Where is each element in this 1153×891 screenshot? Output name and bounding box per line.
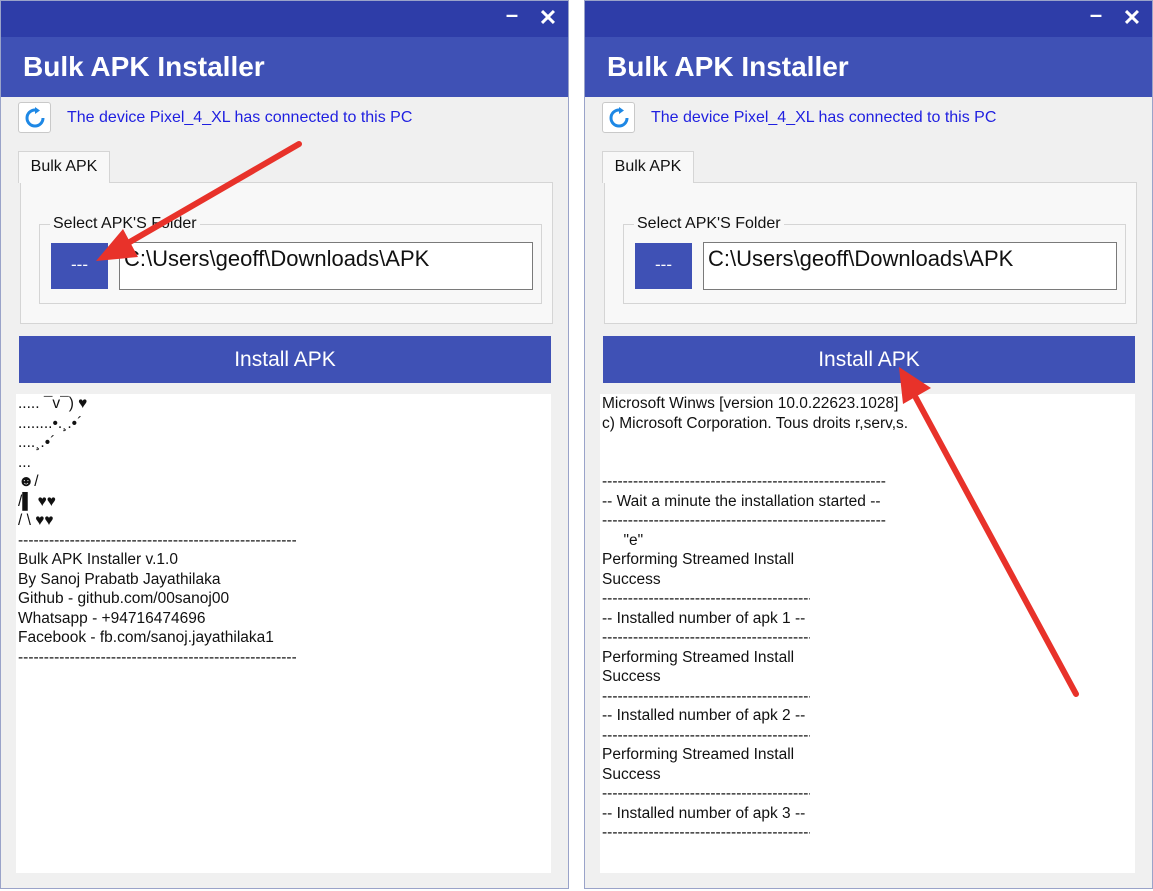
console-divider: ----------------------------------------… bbox=[602, 785, 810, 802]
console-divider: ----------------------------------------… bbox=[18, 531, 296, 549]
console-line: "e" bbox=[602, 531, 644, 549]
group-label: Select APK'S Folder bbox=[634, 215, 784, 233]
tab-panel: Select APK'S Folder --- C:\Users\geoff\D… bbox=[604, 182, 1137, 324]
console-divider: ----------------------------------------… bbox=[602, 512, 886, 529]
console-line: Success bbox=[602, 668, 661, 685]
folder-group: Select APK'S Folder --- C:\Users\geoff\D… bbox=[623, 215, 1126, 304]
tab-panel: Select APK'S Folder --- C:\Users\geoff\D… bbox=[20, 182, 553, 324]
tab-bulk-apk[interactable]: Bulk APK bbox=[18, 151, 110, 183]
console-line: ........•.¸.•´ bbox=[18, 414, 83, 432]
console-line: Facebook - fb.com/sanoj.jayathilaka1 bbox=[18, 629, 274, 646]
close-icon[interactable]: ✕ bbox=[1120, 6, 1144, 30]
console-divider: ----------------------------------------… bbox=[602, 629, 810, 646]
console-divider: ----------------------------------------… bbox=[602, 473, 886, 490]
device-status: The device Pixel_4_XL has connected to t… bbox=[67, 109, 413, 126]
console-line: Microsoft Winws [version 10.0.22623.1028… bbox=[602, 395, 899, 412]
console-line: Performing Streamed Install bbox=[602, 551, 795, 568]
console-blank bbox=[600, 453, 1135, 473]
app-header: Bulk APK Installer bbox=[1, 37, 568, 97]
console-line: / \ ♥♥ bbox=[18, 512, 54, 529]
title-bar: – ✕ bbox=[1, 1, 568, 37]
console-line: Whatsapp - +94716474696 bbox=[18, 609, 206, 627]
refresh-button[interactable] bbox=[18, 102, 51, 133]
group-label: Select APK'S Folder bbox=[50, 215, 200, 233]
app-header: Bulk APK Installer bbox=[585, 37, 1152, 97]
install-apk-button[interactable]: Install APK bbox=[19, 336, 551, 383]
console-output[interactable]: Microsoft Winws [version 10.0.22623.1028… bbox=[600, 394, 1135, 873]
console-line: -- Installed number of apk 1 -- bbox=[602, 609, 806, 627]
console-line: -- Wait a minute the installation starte… bbox=[602, 492, 881, 510]
console-line: ....¸.•´ bbox=[18, 434, 56, 451]
console-line: Performing Streamed Install bbox=[602, 648, 795, 666]
minimize-icon[interactable]: – bbox=[1084, 3, 1108, 27]
console-line: Performing Streamed Install bbox=[602, 746, 795, 763]
console-divider: ----------------------------------------… bbox=[602, 824, 810, 841]
minimize-icon[interactable]: – bbox=[500, 3, 524, 27]
browse-folder-button[interactable]: --- bbox=[51, 243, 108, 289]
console-line: -- Installed number of apk 3 -- bbox=[602, 804, 806, 822]
console-output[interactable]: ..... ¯v¯) ♥ ........•.¸.•´ ....¸.•´ ...… bbox=[16, 394, 551, 873]
refresh-icon bbox=[609, 107, 629, 128]
console-line: /▌ ♥♥ bbox=[18, 492, 57, 510]
console-line: Bulk APK Installer v.1.0 bbox=[18, 551, 178, 568]
install-apk-button[interactable]: Install APK bbox=[603, 336, 1135, 383]
console-divider: ----------------------------------------… bbox=[602, 726, 810, 744]
browse-folder-button[interactable]: --- bbox=[635, 243, 692, 289]
console-blank bbox=[600, 433, 1135, 453]
tab-bulk-apk[interactable]: Bulk APK bbox=[602, 151, 694, 183]
console-line: c) Microsoft Corporation. Tous droits r,… bbox=[602, 414, 909, 432]
refresh-icon bbox=[25, 107, 45, 128]
console-line: ... bbox=[18, 453, 31, 471]
console-divider: ----------------------------------------… bbox=[602, 590, 810, 607]
device-status: The device Pixel_4_XL has connected to t… bbox=[651, 109, 997, 126]
title-bar: – ✕ bbox=[585, 1, 1152, 37]
console-line: -- Installed number of apk 2 -- bbox=[602, 707, 806, 724]
folder-path-field[interactable]: C:\Users\geoff\Downloads\APK bbox=[703, 242, 1117, 290]
console-line: Success bbox=[602, 570, 661, 588]
close-icon[interactable]: ✕ bbox=[536, 6, 560, 30]
refresh-button[interactable] bbox=[602, 102, 635, 133]
folder-group: Select APK'S Folder --- C:\Users\geoff\D… bbox=[39, 215, 542, 304]
app-title: Bulk APK Installer bbox=[607, 51, 849, 82]
console-line: Github - github.com/00sanoj00 bbox=[18, 590, 230, 607]
right-app-window: – ✕ Bulk APK Installer The device Pixel_… bbox=[584, 0, 1153, 889]
folder-path-field[interactable]: C:\Users\geoff\Downloads\APK bbox=[119, 242, 533, 290]
console-line: ..... ¯v¯) ♥ bbox=[18, 395, 88, 412]
console-divider: ----------------------------------------… bbox=[602, 687, 810, 705]
app-title: Bulk APK Installer bbox=[23, 51, 265, 82]
left-app-window: – ✕ Bulk APK Installer The device Pixel_… bbox=[0, 0, 569, 889]
console-line: Success bbox=[602, 765, 661, 783]
console-line: ☻/ bbox=[18, 473, 39, 490]
console-divider: ----------------------------------------… bbox=[18, 648, 296, 666]
console-line: By Sanoj Prabatb Jayathilaka bbox=[18, 570, 221, 588]
